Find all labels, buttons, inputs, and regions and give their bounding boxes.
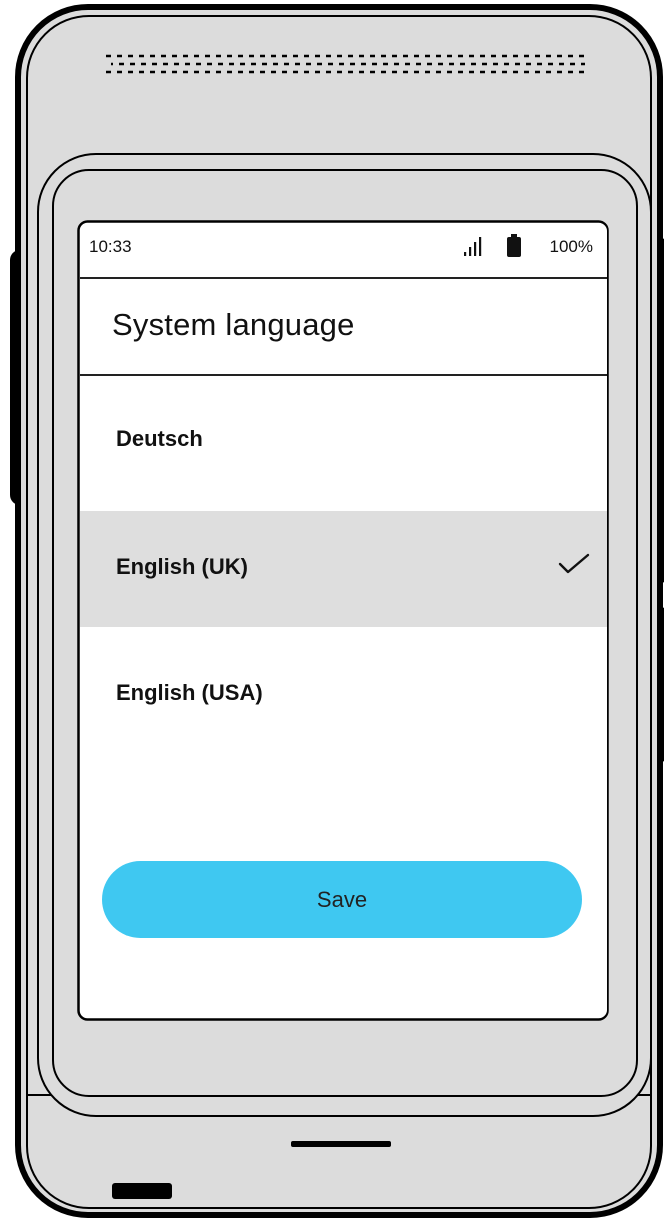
page-title: System language <box>112 307 355 342</box>
title-divider <box>80 374 607 376</box>
status-divider <box>80 277 607 279</box>
device-screen: 10:33 100% System language Deutsch Engli… <box>80 223 607 1018</box>
home-indicator <box>291 1141 391 1147</box>
language-item-english-usa[interactable]: English (USA) <box>80 627 607 743</box>
language-label: English (USA) <box>116 680 263 705</box>
language-label: Deutsch <box>116 426 203 451</box>
checkmark-icon <box>557 553 591 580</box>
language-item-english-uk[interactable]: English (UK) <box>80 511 607 627</box>
battery-icon <box>506 234 522 263</box>
battery-percent: 100% <box>549 237 593 256</box>
status-bar: 10:33 100% <box>80 223 607 277</box>
language-item-deutsch[interactable]: Deutsch <box>80 380 607 496</box>
signal-icon <box>462 236 484 263</box>
save-button[interactable]: Save <box>102 861 582 938</box>
language-label: English (UK) <box>116 554 248 579</box>
camera-slot <box>112 1183 172 1199</box>
status-time: 10:33 <box>89 237 132 256</box>
